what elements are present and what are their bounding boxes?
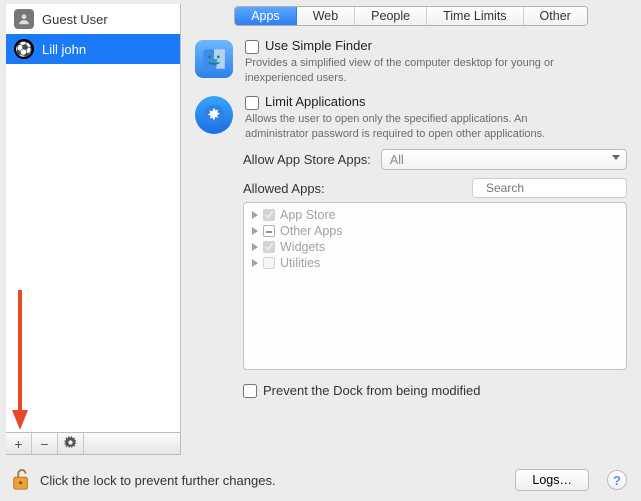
tab-people[interactable]: People [355,7,427,25]
main-panel: Apps Web People Time Limits Other Use Si… [181,0,641,455]
use-simple-finder-checkbox[interactable] [245,40,259,54]
disclosure-triangle-icon[interactable] [252,211,258,219]
disclosure-triangle-icon[interactable] [252,243,258,251]
limit-applications-label: Limit Applications [265,94,365,109]
user-name: Guest User [42,12,108,27]
sidebar-toolbar: + − [6,432,180,454]
app-tree-item[interactable]: App Store [244,207,626,223]
tab-label: People [371,9,410,23]
help-icon: ? [613,473,621,488]
prevent-dock-label: Prevent the Dock from being modified [263,383,481,398]
tab-apps[interactable]: Apps [235,7,297,25]
simple-finder-section: Use Simple Finder Provides a simplified … [195,38,627,86]
allowed-apps-label: Allowed Apps: [243,181,325,196]
user-row-lill-john[interactable]: ⚽ Lill john [6,34,180,64]
app-name: Utilities [280,256,320,270]
user-sidebar: Guest User ⚽ Lill john + − [6,4,181,455]
avatar-soccer-icon: ⚽ [14,39,34,59]
app-name: Widgets [280,240,325,254]
tab-label: Web [313,9,338,23]
avatar-silhouette-icon [14,9,34,29]
user-row-guest[interactable]: Guest User [6,4,180,34]
prevent-dock-checkbox[interactable] [243,384,257,398]
app-tree-item[interactable]: Other Apps [244,223,626,239]
footer: Click the lock to prevent further change… [0,459,641,501]
logs-button[interactable]: Logs… [515,469,589,491]
allow-appstore-value: All [390,153,404,167]
use-simple-finder-label: Use Simple Finder [265,38,372,53]
allowed-apps-search[interactable] [472,178,627,198]
user-settings-button[interactable] [58,433,84,454]
allowed-apps-header: Allowed Apps: [243,178,627,198]
disclosure-triangle-icon[interactable] [252,259,258,267]
finder-icon [195,40,233,78]
limit-apps-section: Limit Applications Allows the user to op… [195,94,627,142]
tab-web[interactable]: Web [297,7,355,25]
user-list: Guest User ⚽ Lill john [6,4,180,432]
search-input[interactable] [484,180,641,196]
lock-description: Click the lock to prevent further change… [40,473,276,488]
segmented-control: Apps Web People Time Limits Other [234,6,588,26]
app-checkbox-mixed[interactable] [263,225,275,237]
user-name: Lill john [42,42,86,57]
tab-label: Apps [251,9,280,23]
allow-appstore-row: Allow App Store Apps: All [243,149,627,170]
app-name: Other Apps [280,224,343,238]
disclosure-triangle-icon[interactable] [252,227,258,235]
simple-finder-description: Provides a simplified view of the comput… [245,56,585,86]
allowed-apps-list[interactable]: App Store Other Apps Widgets Utilities [243,202,627,370]
minus-icon: − [40,436,48,452]
remove-user-button[interactable]: − [32,433,58,454]
add-user-button[interactable]: + [6,433,32,454]
appstore-icon [195,96,233,134]
unlocked-padlock-icon [10,467,32,493]
tab-label: Time Limits [443,9,506,23]
tab-other[interactable]: Other [524,7,587,25]
help-button[interactable]: ? [607,470,627,490]
app-tree-item[interactable]: Utilities [244,255,626,271]
allow-appstore-select[interactable]: All [381,149,627,170]
tab-label: Other [540,9,571,23]
app-name: App Store [280,208,336,222]
logs-label: Logs… [532,473,572,487]
plus-icon: + [14,436,22,452]
limit-applications-description: Allows the user to open only the specifi… [245,112,585,142]
app-checkbox[interactable] [263,209,275,221]
prevent-dock-row: Prevent the Dock from being modified [243,382,627,398]
app-checkbox[interactable] [263,241,275,253]
tab-time-limits[interactable]: Time Limits [427,7,523,25]
app-tree-item[interactable]: Widgets [244,239,626,255]
allow-appstore-label: Allow App Store Apps: [243,152,371,167]
app-checkbox[interactable] [263,257,275,269]
lock-button[interactable] [10,466,32,494]
gear-icon [64,436,77,452]
tab-bar: Apps Web People Time Limits Other [195,6,627,26]
limit-applications-checkbox[interactable] [245,96,259,110]
